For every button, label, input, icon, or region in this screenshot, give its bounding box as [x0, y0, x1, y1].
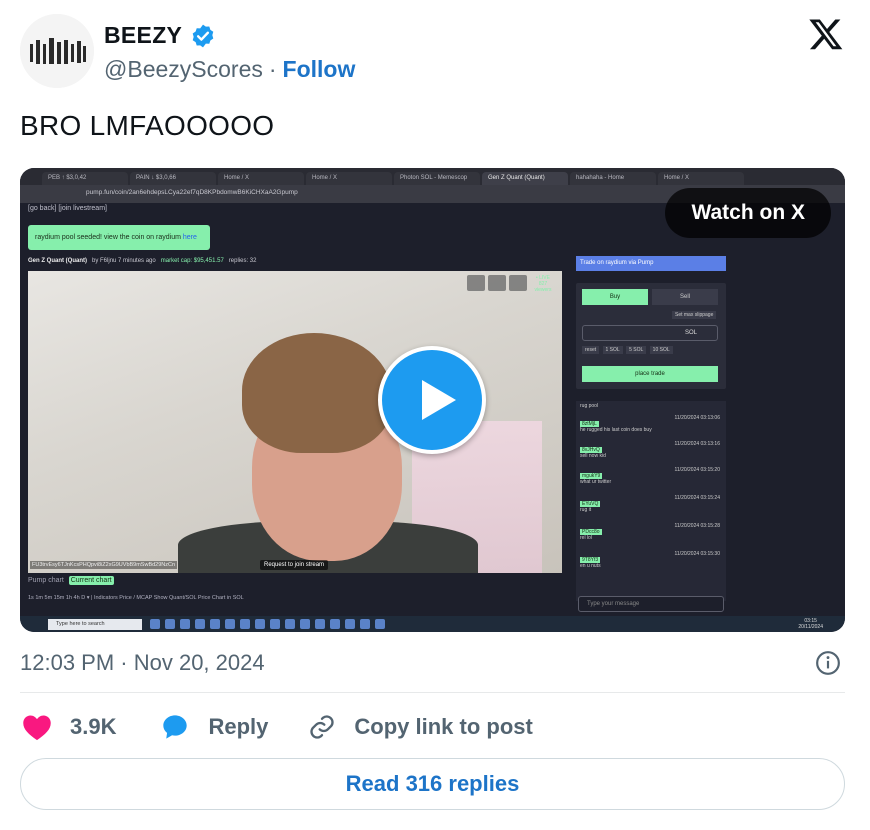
- chat-time: 11/20/2024 03:13:06: [674, 415, 720, 421]
- raydium-banner: raydium pool seeded! view the coin on ra…: [28, 225, 210, 250]
- browser-tab-active: Gen Z Quant (Quant): [482, 172, 568, 185]
- verified-badge-icon: [192, 24, 214, 47]
- mint-address: FU3trvEsy6TJnKcsPHQpvi8iZ2xG9UVbB9mSwBd2…: [30, 561, 178, 569]
- trade-panel: Buy Sell Set max slippage SOL reset 1 SO…: [576, 283, 726, 389]
- read-replies-button[interactable]: Read 316 replies: [20, 758, 845, 810]
- person-hair: [242, 333, 392, 453]
- taskbar-clock: 03:15 20/11/2024: [798, 618, 823, 630]
- join-stream-button: Request to join stream: [260, 560, 329, 570]
- play-icon[interactable]: [378, 346, 486, 454]
- x-logo-icon[interactable]: [808, 16, 844, 52]
- heart-icon: [23, 715, 51, 741]
- author-display-name[interactable]: BEEZY: [104, 22, 182, 49]
- trade-header: Trade on raydium via Pump: [576, 256, 726, 271]
- chat-message: 11/20/2024 03:15:28 PDcc8o rel lol: [580, 523, 720, 541]
- chat-text: sell now kid: [580, 453, 606, 459]
- browser-tab: Home / X: [658, 172, 744, 185]
- livestream-video: • LIVE 827 viewers FU3trvEsy6TJnKcsPHQpv…: [28, 271, 562, 573]
- preset-button: 10 SOL: [649, 346, 673, 354]
- author-handle-row: @BeezyScores · Follow: [104, 56, 355, 83]
- chat-message: 11/20/2024 03:13:06 8ztMjL he rugged his…: [580, 415, 720, 433]
- os-taskbar: Type here to search 03:15 20/11/2024: [20, 616, 845, 632]
- coin-info-row: Gen Z Quant (Quant) by F6ljnu 7 minutes …: [28, 258, 256, 264]
- browser-tab: PEB ↑ $3,0,42: [42, 172, 128, 185]
- taskbar-icons: [150, 619, 385, 629]
- chart-toggle-row: Pump chart Current chart: [28, 576, 114, 585]
- chat-text: en u nuts: [580, 563, 601, 569]
- clock-date: 20/11/2024: [798, 624, 823, 630]
- coin-name: Gen Z Quant (Quant): [28, 258, 87, 264]
- divider: [20, 692, 845, 693]
- avatar-image: [20, 14, 94, 88]
- browser-tab: PAIN ↓ $3,0,66: [130, 172, 216, 185]
- chat-text: he rugged his last coin does buy: [580, 427, 652, 433]
- chat-input: Type your message: [578, 596, 724, 612]
- go-back-links: [go back] [join livestream]: [28, 205, 107, 212]
- like-count: 3.9K: [70, 714, 117, 739]
- author-name-row: BEEZY: [104, 22, 216, 49]
- react-button: [488, 275, 506, 291]
- live-indicator: • LIVE 827 viewers: [530, 275, 556, 293]
- pump-chart-label: Pump chart: [28, 577, 64, 584]
- chat-text: what ur twitter: [580, 479, 612, 485]
- audio-button: [467, 275, 485, 291]
- banner-text: raydium pool seeded! view the coin on ra…: [35, 234, 181, 241]
- reply-label: Reply: [208, 714, 269, 739]
- chat-message: 11/20/2024 03:13:16 8vJHvQ sell now kid: [580, 441, 720, 459]
- browser-tab: hahahaha - Home: [570, 172, 656, 185]
- video-media[interactable]: PEB ↑ $3,0,42 PAIN ↓ $3,0,66 Home / X Ho…: [20, 168, 845, 632]
- taskbar-search: Type here to search: [48, 619, 142, 630]
- preset-button: 1 SOL: [602, 346, 623, 354]
- browser-tabbar: PEB ↑ $3,0,42 PAIN ↓ $3,0,66 Home / X Ho…: [20, 168, 845, 185]
- watch-on-x-button[interactable]: Watch on X: [665, 188, 831, 238]
- chat-text: rug it: [580, 507, 592, 513]
- current-chart-label: Current chart: [68, 576, 114, 585]
- close-button: [509, 275, 527, 291]
- browser-tab: Home / X: [306, 172, 392, 185]
- chat-message: 11/20/2024 03:15:30 9T8Yf3 en u nuts: [580, 551, 720, 569]
- link-icon: [310, 715, 335, 739]
- chat-text: rug pool: [580, 403, 599, 409]
- copy-link-label: Copy link to post: [354, 714, 533, 739]
- chat-time: 11/20/2024 03:15:30: [674, 551, 720, 557]
- amount-field: SOL: [582, 325, 718, 341]
- currency-label: SOL: [685, 330, 698, 336]
- slippage-button: Set max slippage: [672, 311, 717, 319]
- chat-text: rel lol: [580, 535, 592, 541]
- chat-message: 11/20/2024 03:15:20 mgukY9 what ur twitt…: [580, 467, 720, 485]
- tweet-text: BRO LMFAOOOOO: [20, 110, 275, 141]
- browser-tab: Photon SOL - Memescop: [394, 172, 480, 185]
- preset-button: 5 SOL: [626, 346, 647, 354]
- market-cap: market cap: $95,451.57: [160, 258, 224, 264]
- post-timestamp[interactable]: 12:03 PM · Nov 20, 2024: [20, 650, 265, 676]
- banner-link: here: [182, 234, 197, 241]
- browser-url: pump.fun/coin/2an6ehdepsLCya22ef7qD8KPbd…: [86, 189, 298, 196]
- preset-button: reset: [582, 346, 600, 354]
- reply-button[interactable]: Reply: [160, 713, 268, 741]
- info-icon[interactable]: [815, 650, 841, 676]
- separator-dot: ·: [268, 56, 277, 82]
- chat-panel: rug pool 11/20/2024 03:13:06 8ztMjL he r…: [576, 401, 726, 601]
- copy-link-button[interactable]: Copy link to post: [308, 713, 533, 741]
- chat-time: 11/20/2024 03:15:24: [674, 495, 720, 501]
- viewer-count: 827 viewers: [534, 281, 552, 293]
- speech-bubble-icon: [163, 715, 188, 739]
- coin-meta: by F6ljnu 7 minutes ago: [92, 258, 156, 264]
- avatar[interactable]: [20, 14, 94, 88]
- chat-message: 11/20/2024 03:15:24 EYuVQ rug it: [580, 495, 720, 513]
- like-button[interactable]: 3.9K: [22, 713, 116, 741]
- follow-button[interactable]: Follow: [283, 56, 356, 83]
- engagement-bar: 3.9K Reply Copy link to post: [22, 710, 533, 744]
- browser-tab: Home / X: [218, 172, 304, 185]
- chat-message: rug pool: [580, 403, 720, 409]
- tweet-header: BEEZY @BeezyScores · Follow: [20, 12, 850, 92]
- amount-presets: reset 1 SOL 5 SOL 10 SOL: [582, 346, 675, 354]
- author-handle[interactable]: @BeezyScores: [104, 56, 263, 83]
- chart-tools-row: 1s 1m 5m 15m 1h 4h D ▾ | Indicators Pric…: [28, 595, 244, 601]
- stream-controls: • LIVE 827 viewers: [467, 275, 556, 293]
- replies-count: replies: 32: [228, 258, 257, 264]
- place-trade-button: place trade: [582, 366, 718, 382]
- sell-tab: Sell: [652, 289, 718, 305]
- buy-tab: Buy: [582, 289, 648, 305]
